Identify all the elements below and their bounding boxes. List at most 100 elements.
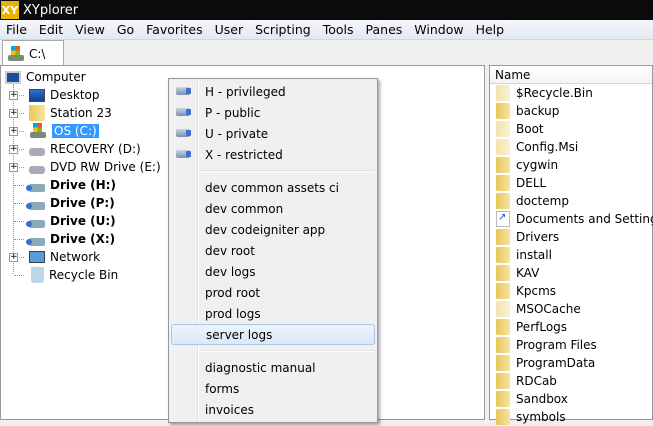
menu-item-dev-codeigniter-app[interactable]: dev codeigniter app	[171, 219, 375, 240]
tree-item[interactable]: Station 23	[29, 104, 112, 122]
tree-item[interactable]: DVD RW Drive (E:)	[29, 158, 161, 176]
tree-item[interactable]: Desktop	[29, 86, 100, 104]
folder-icon	[496, 103, 510, 119]
expand-toggle[interactable]: +	[9, 127, 18, 136]
file-row[interactable]: DELL	[490, 174, 652, 192]
file-row[interactable]: Documents and Settings	[490, 210, 653, 228]
menu-item-invoices[interactable]: invoices	[171, 399, 375, 420]
context-menu: H - privileged P - public U - private X - r…	[168, 78, 378, 423]
expand-toggle[interactable]: +	[9, 109, 18, 118]
folder-icon	[496, 373, 510, 389]
file-row[interactable]: Boot	[490, 120, 652, 138]
menu-go[interactable]: Go	[111, 22, 140, 37]
folder-icon	[496, 139, 510, 155]
desktop-icon	[29, 88, 45, 102]
app-logo-icon: XY	[1, 1, 19, 19]
file-row[interactable]: Config.Msi	[490, 138, 652, 156]
menu-item-dev-logs[interactable]: dev logs	[171, 261, 375, 282]
file-row[interactable]: Kpcms	[490, 282, 652, 300]
tree-item-label: Computer	[26, 70, 86, 84]
file-row[interactable]: cygwin	[490, 156, 652, 174]
menu-item-label: U - private	[205, 126, 269, 141]
file-row[interactable]: RDCab	[490, 372, 652, 390]
computer-icon	[5, 70, 21, 84]
network-drive-icon	[26, 201, 45, 210]
folder-icon	[496, 409, 510, 425]
menu-separator	[200, 350, 375, 352]
menu-item-label: prod logs	[205, 306, 261, 321]
network-drive-icon	[26, 183, 45, 192]
menu-item-prod-root[interactable]: prod root	[171, 282, 375, 303]
expand-toggle[interactable]: +	[9, 163, 18, 172]
menu-item-label: invoices	[205, 402, 254, 417]
column-header-name[interactable]: Name	[490, 66, 652, 84]
tree-item[interactable]: Recycle Bin	[29, 266, 118, 284]
file-row[interactable]: Program Files	[490, 336, 652, 354]
folder-icon	[496, 301, 510, 317]
file-name: $Recycle.Bin	[516, 86, 593, 100]
menu-item-dev-common[interactable]: dev common	[171, 198, 375, 219]
tree-item[interactable]: Drive (H:)	[26, 176, 116, 194]
tree-item[interactable]: OS (C:)	[29, 122, 99, 140]
tree-item[interactable]: Drive (U:)	[26, 212, 116, 230]
expand-toggle[interactable]: +	[9, 91, 18, 100]
file-name: backup	[516, 104, 560, 118]
file-row[interactable]: backup	[490, 102, 652, 120]
file-name: Sandbox	[516, 392, 568, 406]
tree-item-label: Drive (X:)	[50, 232, 116, 246]
tree-item[interactable]: Drive (X:)	[26, 230, 116, 248]
menu-tools[interactable]: Tools	[317, 22, 360, 37]
file-row[interactable]: doctemp	[490, 192, 652, 210]
tree-item[interactable]: Computer	[5, 68, 86, 86]
title-bar: XY XYplorer	[0, 0, 653, 20]
folder-icon	[496, 391, 510, 407]
menu-item-server-logs[interactable]: server logs	[171, 324, 375, 345]
expand-toggle[interactable]: +	[9, 145, 18, 154]
file-row[interactable]: Sandbox	[490, 390, 652, 408]
menu-item-x-restricted[interactable]: X - restricted	[171, 144, 375, 165]
folder-icon	[496, 175, 510, 191]
menu-user[interactable]: User	[209, 22, 250, 37]
file-name: cygwin	[516, 158, 559, 172]
menu-favorites[interactable]: Favorites	[140, 22, 208, 37]
menu-panes[interactable]: Panes	[360, 22, 409, 37]
menu-window[interactable]: Window	[408, 22, 469, 37]
file-row[interactable]: symbols	[490, 408, 652, 426]
tree-item-label: Recycle Bin	[49, 268, 119, 282]
file-row[interactable]: ProgramData	[490, 354, 652, 372]
menu-item-dev-common-assets-ci[interactable]: dev common assets ci	[171, 177, 375, 198]
menu-item-h-privileged[interactable]: H - privileged	[171, 81, 375, 102]
tab-c-drive[interactable]: C:\	[2, 40, 64, 66]
menu-item-label: forms	[205, 381, 240, 396]
folder-icon	[496, 337, 510, 353]
menu-edit[interactable]: Edit	[33, 22, 69, 37]
disk-icon	[29, 148, 45, 156]
folder-icon	[496, 121, 510, 137]
menu-item-diagnostic-manual[interactable]: diagnostic manual	[171, 357, 375, 378]
file-row[interactable]: MSOCache	[490, 300, 652, 318]
file-name: Boot	[516, 122, 544, 136]
tab-bar: C:\	[0, 40, 653, 66]
file-row[interactable]: install	[490, 246, 652, 264]
tree-item[interactable]: Network	[29, 248, 100, 266]
tab-label: C:\	[29, 46, 46, 61]
expand-toggle[interactable]: +	[9, 253, 18, 262]
file-row[interactable]: $Recycle.Bin	[490, 84, 652, 102]
tree-item[interactable]: RECOVERY (D:)	[29, 140, 141, 158]
file-row[interactable]: PerfLogs	[490, 318, 652, 336]
menu-item-dev-root[interactable]: dev root	[171, 240, 375, 261]
menu-help[interactable]: Help	[470, 22, 511, 37]
tree-item[interactable]: Drive (P:)	[26, 194, 115, 212]
file-row[interactable]: Drivers	[490, 228, 652, 246]
menu-item-p-public[interactable]: P - public	[171, 102, 375, 123]
file-row[interactable]: KAV	[490, 264, 652, 282]
menu-item-u-private[interactable]: U - private	[171, 123, 375, 144]
menu-file[interactable]: File	[0, 22, 33, 37]
menu-item-label: P - public	[205, 105, 261, 120]
file-name: Kpcms	[516, 284, 557, 298]
menu-scripting[interactable]: Scripting	[249, 22, 317, 37]
menu-view[interactable]: View	[69, 22, 111, 37]
menu-item-forms[interactable]: forms	[171, 378, 375, 399]
tree-item-label: Network	[50, 250, 101, 264]
menu-item-prod-logs[interactable]: prod logs	[171, 303, 375, 324]
